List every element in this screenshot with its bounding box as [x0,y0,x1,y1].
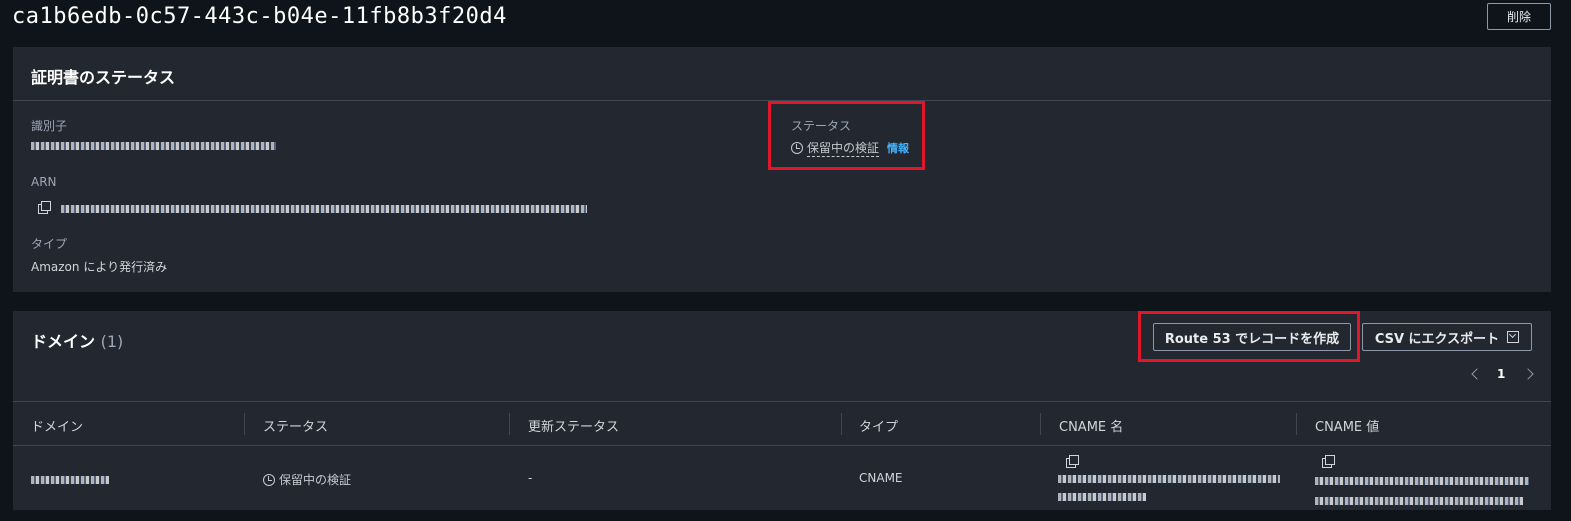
row-status-text: 保留中の検証 [279,473,352,487]
column-header-cname-name[interactable]: CNAME 名 [1059,416,1123,435]
copy-icon[interactable] [1066,455,1079,468]
arn-value-redacted [61,205,587,213]
page-title: ca1b6edb-0c57-443c-b04e-11fb8b3f20d4 [12,4,507,29]
table-header: ドメイン ステータス 更新ステータス タイプ CNAME 名 CNAME 値 [13,401,1551,446]
identifier-label: 識別子 [31,119,68,133]
cname-value-redacted [1315,477,1529,485]
row-renewal-status: - [528,471,533,485]
top-bar: ca1b6edb-0c57-443c-b04e-11fb8b3f20d4 削除 [0,0,1571,42]
cname-value-redacted-line2 [1315,497,1523,505]
column-header-cname-value[interactable]: CNAME 値 [1315,416,1379,435]
domains-count: (1) [100,332,124,351]
export-csv-label: CSV にエクスポート [1374,331,1500,347]
type-value: Amazon により発行済み [31,260,168,274]
delete-button[interactable]: 削除 [1487,3,1551,30]
chevron-right-icon[interactable] [1522,368,1534,380]
cname-name-redacted [1058,475,1280,483]
column-header-renewal-status[interactable]: 更新ステータス [528,416,619,435]
cname-name-redacted-line2 [1058,493,1146,501]
column-header-status[interactable]: ステータス [263,416,328,435]
copy-icon[interactable] [38,201,51,214]
domain-value-redacted [31,476,109,484]
download-icon [1507,331,1520,343]
column-divider [244,413,245,435]
row-status: 保留中の検証 [263,471,351,488]
identifier-value-redacted [31,142,276,150]
clock-icon [263,474,275,486]
row-type: CNAME [859,471,903,485]
domains-title-text: ドメイン [31,332,96,351]
column-divider [1040,413,1041,435]
page-number[interactable]: 1 [1497,367,1505,381]
column-divider [509,413,510,435]
column-divider [841,413,842,435]
export-csv-button[interactable]: CSV にエクスポート [1362,323,1532,351]
arn-label: ARN [31,175,57,189]
type-label: タイプ [31,237,68,251]
copy-icon[interactable] [1322,455,1335,468]
column-header-domain[interactable]: ドメイン [31,416,83,435]
highlight-status [768,101,925,170]
domains-title: ドメイン (1) [31,328,123,352]
chevron-left-icon[interactable] [1471,368,1483,380]
certificate-status-title: 証明書のステータス [31,68,176,87]
panel-header: 証明書のステータス [13,47,1551,101]
highlight-route53-button [1138,311,1360,362]
column-divider [1296,413,1297,435]
column-header-type[interactable]: タイプ [859,416,898,435]
